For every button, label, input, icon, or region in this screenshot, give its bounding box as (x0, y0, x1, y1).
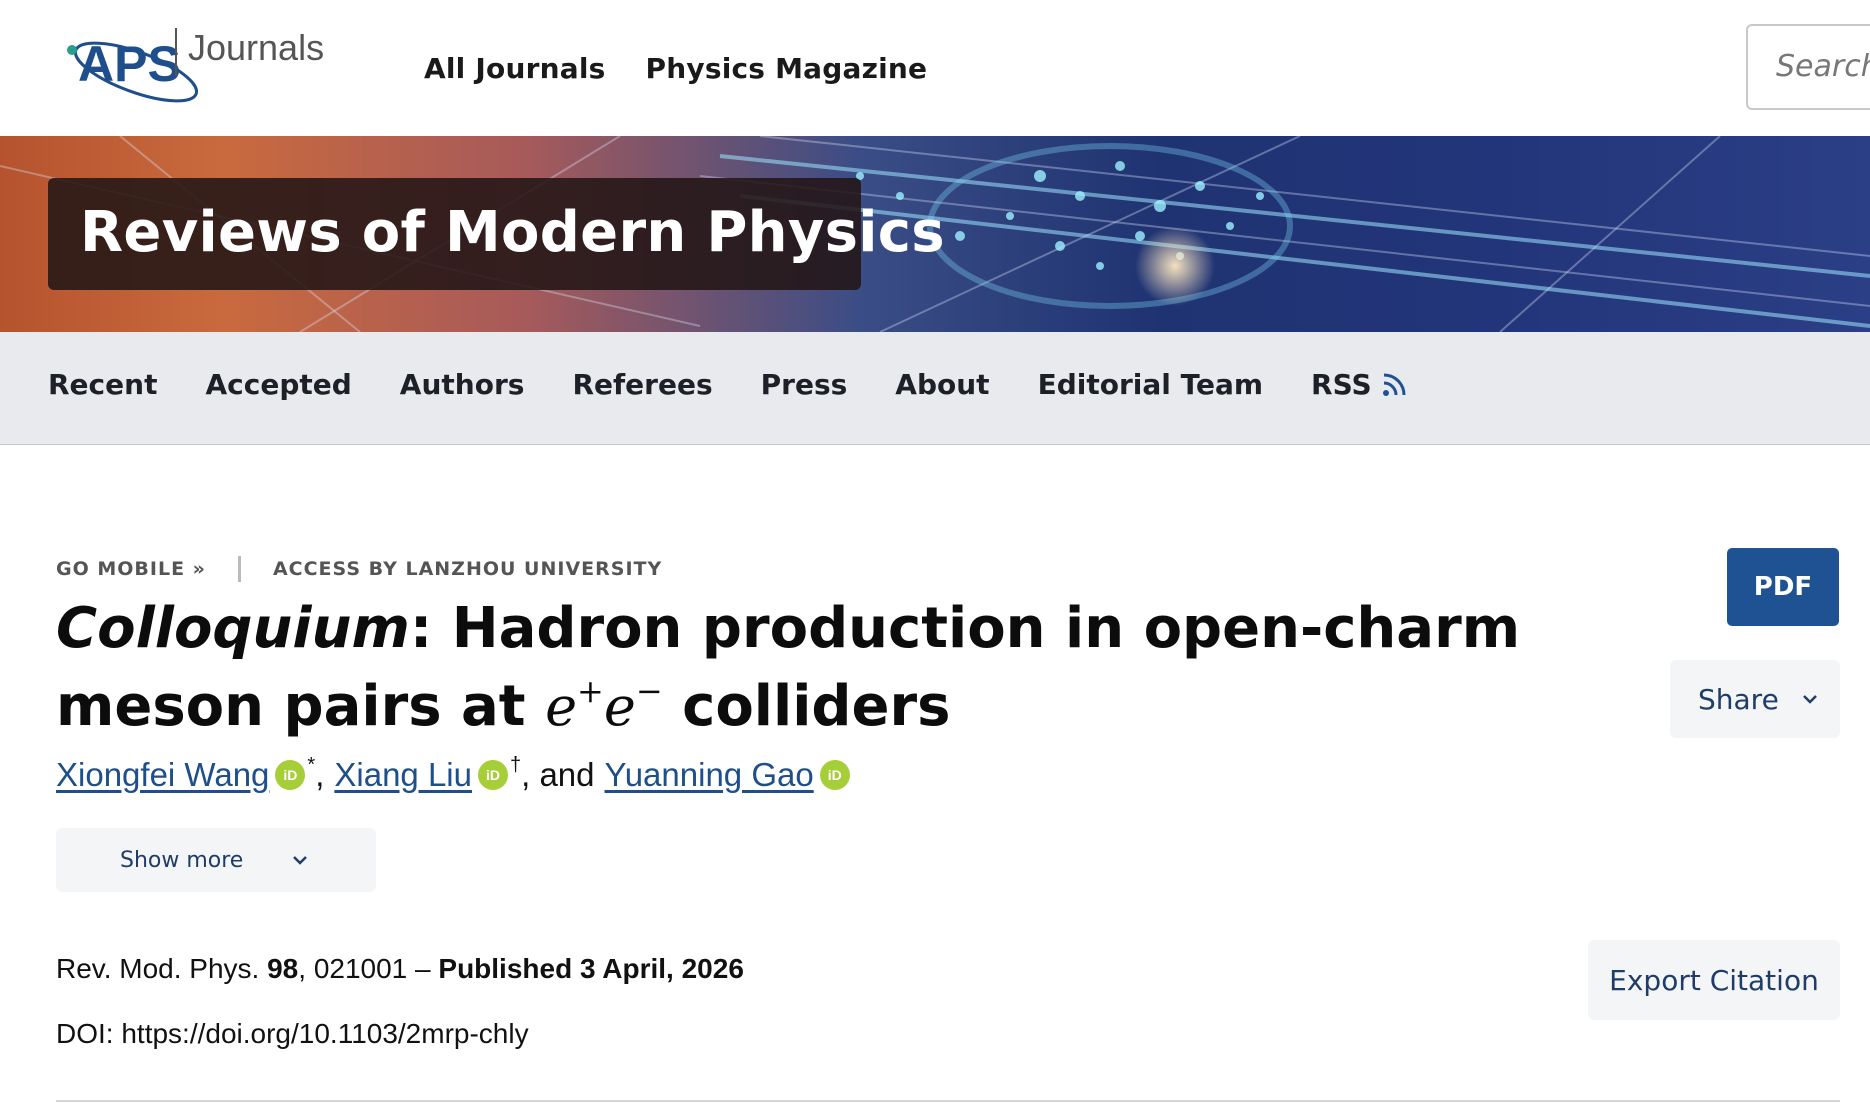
nav-physics-magazine[interactable]: Physics Magazine (646, 52, 928, 85)
author-footnote-mark: † (509, 753, 522, 776)
chevron-down-icon (1802, 695, 1817, 704)
subnav-referees[interactable]: Referees (572, 368, 712, 401)
title-ee-math: e+e− (545, 672, 663, 738)
volume: 98 (267, 953, 299, 984)
title-colloquium: Colloquium (56, 596, 410, 661)
article-title: Colloquium: Hadron production in open-ch… (56, 596, 1596, 740)
nav-all-journals[interactable]: All Journals (424, 52, 606, 85)
show-more-label: Show more (120, 847, 244, 873)
article-meta-row: GO MOBILE » ACCESS BY LANZHOU UNIVERSITY (56, 556, 662, 582)
share-button[interactable]: Share (1670, 660, 1840, 738)
journal-banner: Reviews of Modern Physics (0, 136, 1870, 332)
export-citation-button[interactable]: Export Citation (1588, 940, 1840, 1020)
author-list: Xiongfei Wang iD * , Xiang Liu iD † , an… (56, 753, 850, 794)
subnav-rss-label[interactable]: RSS (1311, 368, 1372, 401)
subnav-accepted[interactable]: Accepted (205, 368, 351, 401)
journal-title-box: Reviews of Modern Physics (48, 178, 945, 290)
logo-aps-text: APS (78, 36, 181, 92)
subnav-about[interactable]: About (895, 368, 989, 401)
share-label: Share (1698, 682, 1779, 716)
author-link[interactable]: Yuanning Gao (605, 756, 814, 794)
pdf-button[interactable]: PDF (1727, 548, 1839, 626)
subnav-recent[interactable]: Recent (48, 368, 157, 401)
orcid-icon[interactable]: iD (275, 760, 306, 790)
subnav-press[interactable]: Press (761, 368, 848, 401)
doi-line[interactable]: DOI: https://doi.org/10.1103/2mrp-chly (56, 1018, 529, 1050)
chevron-down-icon (293, 856, 308, 865)
author-footnote-mark: * (307, 753, 316, 776)
site-header: APS Journals All Journals Physics Magazi… (0, 0, 1870, 136)
section-divider (56, 1100, 1840, 1102)
rss-icon (1382, 373, 1406, 396)
access-info: ACCESS BY LANZHOU UNIVERSITY (272, 558, 663, 580)
search-input[interactable]: Search (1746, 24, 1870, 110)
journal-title[interactable]: Reviews of Modern Physics (80, 200, 945, 265)
author-separator: , (315, 756, 325, 793)
published-date: Published 3 April, 2026 (438, 953, 744, 984)
title-end: colliders (682, 674, 951, 739)
citation-line: Rev. Mod. Phys. 98, 021001 – Published 3… (56, 953, 744, 985)
journal-abbrev: Rev. Mod. Phys. (56, 953, 260, 984)
meta-divider (237, 556, 241, 582)
logo-journals-text: Journals (188, 27, 324, 68)
show-more-button[interactable]: Show more (56, 828, 376, 892)
orcid-icon[interactable]: iD (819, 760, 850, 790)
subnav-authors[interactable]: Authors (400, 368, 525, 401)
aps-journals-logo[interactable]: APS Journals (64, 26, 374, 110)
subnav-rss[interactable]: RSS (1311, 368, 1406, 401)
author-link[interactable]: Xiongfei Wang (56, 756, 269, 794)
top-nav: All Journals Physics Magazine (424, 52, 927, 85)
author-separator: , and (521, 756, 595, 793)
author-link[interactable]: Xiang Liu (334, 756, 472, 794)
go-mobile-link[interactable]: GO MOBILE » (56, 558, 206, 580)
journal-subnav: Recent Accepted Authors Referees Press A… (0, 332, 1870, 445)
subnav-editorial-team[interactable]: Editorial Team (1038, 368, 1263, 401)
orcid-icon[interactable]: iD (477, 760, 508, 790)
article-number: , 021001 – (298, 953, 431, 984)
